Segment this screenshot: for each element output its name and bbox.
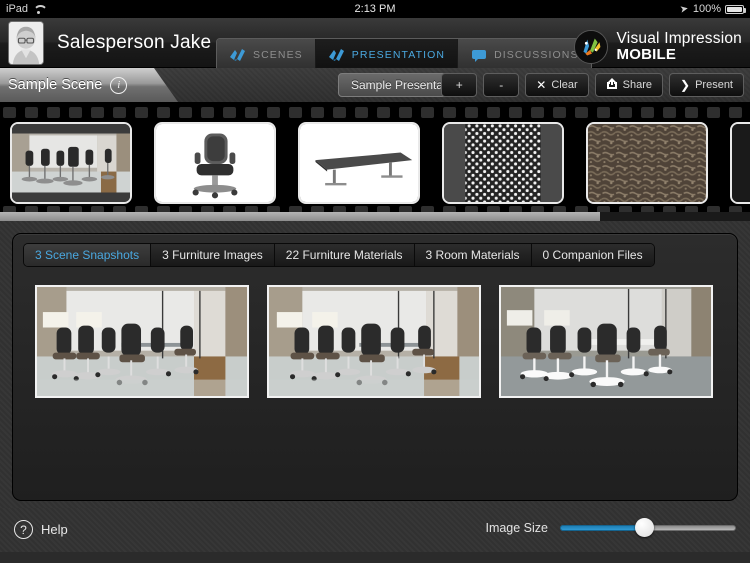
filmstrip-sprockets-top bbox=[0, 107, 750, 118]
main-nav-segmented-control: SCENES PRESENTATION DISCUSSIONS bbox=[216, 38, 592, 72]
remove-button[interactable]: - bbox=[483, 73, 520, 97]
snapshot-grid bbox=[23, 285, 727, 398]
tab-furniture-materials-label: 22 Furniture Materials bbox=[285, 248, 403, 262]
present-button[interactable]: ❯ Present bbox=[669, 73, 744, 97]
brand-text: Visual Impression MOBILE bbox=[616, 30, 742, 64]
location-arrow-icon: ➤ bbox=[679, 2, 690, 16]
username-label: Salesperson Jake bbox=[57, 31, 212, 53]
tab-presentation[interactable]: PRESENTATION bbox=[315, 39, 459, 71]
tab-companion-files[interactable]: 0 Companion Files bbox=[531, 244, 654, 266]
status-bar: iPad 2:13 PM ➤ 100% bbox=[0, 0, 750, 18]
status-bar-right: ➤ 100% bbox=[679, 2, 746, 16]
tab-discussions-label: DISCUSSIONS bbox=[494, 49, 579, 61]
footer-bar: ? Help Image Size bbox=[0, 508, 750, 552]
brand-line-1: Visual Impression bbox=[616, 30, 742, 48]
filmstrip-frame-office-scene[interactable] bbox=[10, 122, 132, 204]
discussions-speech-bubble-icon bbox=[470, 48, 488, 63]
question-mark-icon: ? bbox=[14, 520, 33, 539]
filmstrip-frame-perforated-material[interactable] bbox=[442, 122, 564, 204]
slider-fill bbox=[560, 525, 645, 531]
image-size-label: Image Size bbox=[485, 521, 548, 535]
scene-name-label: Sample Scene bbox=[8, 77, 103, 93]
battery-percent-label: 100% bbox=[692, 3, 721, 15]
avatar[interactable] bbox=[8, 20, 44, 65]
tab-room-materials-label: 3 Room Materials bbox=[425, 248, 520, 262]
battery-full-icon bbox=[725, 4, 746, 14]
tab-discussions[interactable]: DISCUSSIONS bbox=[458, 39, 591, 71]
scene-snapshot-1[interactable] bbox=[35, 285, 249, 398]
tab-furniture-materials[interactable]: 22 Furniture Materials bbox=[274, 244, 415, 266]
visual-impression-splash-logo bbox=[573, 30, 608, 64]
content-tab-bar: 3 Scene Snapshots 3 Furniture Images 22 … bbox=[23, 243, 655, 267]
tab-furniture-images[interactable]: 3 Furniture Images bbox=[151, 244, 275, 266]
tab-furniture-images-label: 3 Furniture Images bbox=[162, 248, 263, 262]
filmstrip-frame-task-chair[interactable] bbox=[154, 122, 276, 204]
share-button-label: Share bbox=[622, 79, 653, 91]
filmstrip[interactable] bbox=[0, 103, 750, 221]
scene-snapshot-2[interactable] bbox=[267, 285, 481, 398]
content-panel: 3 Scene Snapshots 3 Furniture Images 22 … bbox=[12, 233, 738, 501]
presentation-icon bbox=[328, 48, 346, 63]
minus-icon: - bbox=[499, 78, 504, 92]
content-stage: 3 Scene Snapshots 3 Furniture Images 22 … bbox=[0, 221, 750, 508]
help-button[interactable]: ? Help bbox=[14, 520, 68, 539]
scene-toolbar: Sample Scene i Sample Presentation + - ✕… bbox=[0, 68, 750, 103]
status-bar-time: 2:13 PM bbox=[354, 3, 396, 15]
present-button-label: Present bbox=[695, 79, 733, 91]
x-icon: ✕ bbox=[536, 78, 547, 92]
image-size-slider[interactable] bbox=[560, 518, 736, 537]
brand-line-2: MOBILE bbox=[616, 46, 677, 64]
add-button[interactable]: + bbox=[441, 73, 478, 97]
scenes-icon bbox=[229, 48, 247, 63]
scene-title-tab[interactable]: Sample Scene i bbox=[0, 68, 140, 102]
tab-scenes[interactable]: SCENES bbox=[217, 39, 316, 71]
tab-scene-snapshots-label: 3 Scene Snapshots bbox=[35, 248, 140, 262]
filmstrip-frames bbox=[10, 122, 750, 204]
slider-thumb[interactable] bbox=[635, 518, 655, 537]
filmstrip-frame-dark-image[interactable] bbox=[730, 122, 750, 204]
help-label: Help bbox=[41, 522, 68, 537]
filmstrip-horizontal-scrollbar[interactable] bbox=[0, 212, 750, 221]
brand-logo: Visual Impression MOBILE bbox=[573, 30, 742, 64]
tab-companion-files-label: 0 Companion Files bbox=[542, 248, 643, 262]
clear-button[interactable]: ✕ Clear bbox=[525, 73, 589, 97]
tab-scene-snapshots[interactable]: 3 Scene Snapshots bbox=[24, 244, 152, 266]
filmstrip-frame-carpet-material[interactable] bbox=[586, 122, 708, 204]
clear-button-label: Clear bbox=[551, 79, 578, 91]
tab-presentation-label: PRESENTATION bbox=[351, 49, 446, 61]
top-navigation-bar: Salesperson Jake SCENES PRESENTATION DIS… bbox=[0, 18, 750, 72]
image-size-control: Image Size bbox=[485, 518, 736, 537]
info-icon[interactable]: i bbox=[110, 76, 128, 94]
tab-scenes-label: SCENES bbox=[253, 49, 303, 61]
scene-snapshot-3[interactable] bbox=[499, 285, 713, 398]
share-button[interactable]: Share bbox=[594, 73, 664, 97]
share-export-icon bbox=[606, 78, 618, 92]
toolbar-button-group: + - ✕ Clear Share ❯ Present bbox=[441, 73, 744, 97]
filmstrip-frame-conference-table[interactable] bbox=[298, 122, 420, 204]
tab-room-materials[interactable]: 3 Room Materials bbox=[414, 244, 532, 266]
plus-icon: + bbox=[455, 78, 463, 92]
play-arrow-icon: ❯ bbox=[680, 78, 691, 92]
